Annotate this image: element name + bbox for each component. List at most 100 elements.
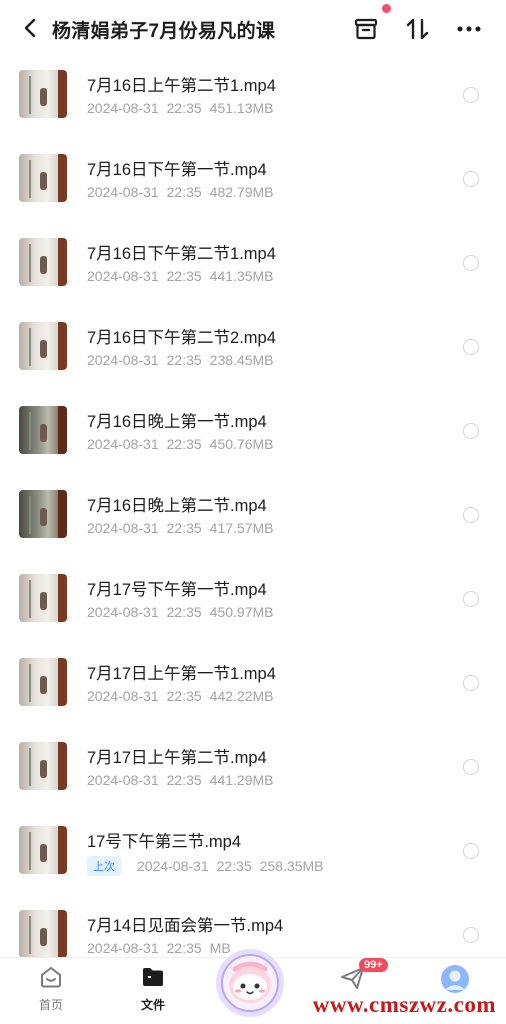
file-size: 441.35MB	[209, 268, 274, 284]
video-thumbnail	[19, 238, 67, 286]
file-name: 7月16日上午第二节1.mp4	[87, 77, 276, 95]
mascot-icon	[216, 949, 284, 1017]
file-meta: 2024-08-31 22:35 417.57MB	[87, 520, 274, 536]
select-checkbox[interactable]	[463, 759, 479, 775]
file-time: 22:35	[166, 100, 202, 116]
video-thumbnail	[19, 406, 67, 454]
file-name: 7月16日晚上第一节.mp4	[87, 413, 267, 431]
file-name: 7月16日下午第二节2.mp4	[87, 329, 276, 347]
video-thumbnail	[19, 322, 67, 370]
select-checkbox[interactable]	[463, 423, 479, 439]
top-bar: 杨清娟弟子7月份易凡的课	[0, 0, 506, 58]
nav-files[interactable]: 文件	[118, 964, 188, 1018]
file-name: 7月17日上午第一节1.mp4	[87, 665, 276, 683]
file-date: 2024-08-31	[87, 688, 159, 704]
select-checkbox[interactable]	[463, 87, 479, 103]
file-meta: 2024-08-31 22:35 451.13MB	[87, 100, 274, 116]
file-row[interactable]: 7月17日上午第二节.mp4 2024-08-31 22:35 441.29MB	[0, 724, 506, 808]
file-meta: 2024-08-31 22:35 450.97MB	[87, 604, 274, 620]
file-size: 482.79MB	[209, 184, 274, 200]
file-size: 442.22MB	[209, 688, 274, 704]
file-row[interactable]: 7月17日上午第一节1.mp4 2024-08-31 22:35 442.22MB	[0, 640, 506, 724]
file-time: 22:35	[216, 858, 252, 874]
file-size: 451.13MB	[209, 100, 274, 116]
file-name: 7月16日晚上第二节.mp4	[87, 497, 267, 515]
file-time: 22:35	[166, 688, 202, 704]
avatar	[441, 965, 469, 993]
file-row[interactable]: 7月16日晚上第二节.mp4 2024-08-31 22:35 417.57MB	[0, 472, 506, 556]
video-thumbnail	[19, 490, 67, 538]
select-checkbox[interactable]	[463, 675, 479, 691]
file-meta: 2024-08-31 22:35 441.35MB	[87, 268, 274, 284]
file-name: 7月16日下午第二节1.mp4	[87, 245, 276, 263]
file-time: 22:35	[166, 436, 202, 452]
archive-box-icon	[354, 18, 378, 40]
file-size: 258.35MB	[259, 858, 324, 874]
chevron-left-icon	[24, 18, 36, 38]
video-thumbnail	[19, 826, 67, 874]
file-date: 2024-08-31	[87, 352, 159, 368]
file-date: 2024-08-31	[87, 436, 159, 452]
page-title: 杨清娟弟子7月份易凡的课	[52, 21, 276, 42]
sort-button[interactable]	[404, 15, 432, 43]
file-row[interactable]: 7月16日晚上第一节.mp4 2024-08-31 22:35 450.76MB	[0, 388, 506, 472]
file-date: 2024-08-31	[87, 772, 159, 788]
video-thumbnail	[19, 70, 67, 118]
more-button[interactable]	[455, 15, 483, 43]
file-row[interactable]: 7月16日下午第一节.mp4 2024-08-31 22:35 482.79MB	[0, 136, 506, 220]
file-date: 2024-08-31	[87, 940, 159, 956]
file-date: 2024-08-31	[87, 604, 159, 620]
select-checkbox[interactable]	[463, 507, 479, 523]
file-time: 22:35	[166, 520, 202, 536]
file-row[interactable]: 7月16日下午第二节2.mp4 2024-08-31 22:35 238.45MB	[0, 304, 506, 388]
select-checkbox[interactable]	[463, 591, 479, 607]
file-size: 441.29MB	[209, 772, 274, 788]
archive-button[interactable]	[352, 15, 380, 43]
file-meta: 上次 2024-08-31 22:35 258.35MB	[87, 856, 324, 876]
watermark: www.cmszwz.com	[312, 992, 496, 1017]
file-time: 22:35	[166, 940, 202, 956]
file-time: 22:35	[166, 604, 202, 620]
video-thumbnail	[19, 154, 67, 202]
video-thumbnail	[19, 910, 67, 958]
file-name: 7月17日上午第二节.mp4	[87, 749, 267, 767]
file-row[interactable]: 17号下午第三节.mp4 上次 2024-08-31 22:35 258.35MB	[0, 808, 506, 892]
file-name: 7月17号下午第一节.mp4	[87, 581, 267, 599]
sort-arrows-icon	[406, 18, 429, 40]
ai-assistant-button[interactable]	[205, 933, 295, 1023]
file-meta: 2024-08-31 22:35 482.79MB	[87, 184, 274, 200]
file-meta: 2024-08-31 22:35 450.76MB	[87, 436, 274, 452]
file-meta: 2024-08-31 22:35 238.45MB	[87, 352, 274, 368]
more-dots-icon	[457, 26, 481, 32]
folder-icon	[143, 968, 163, 986]
home-icon	[41, 966, 61, 988]
select-checkbox[interactable]	[463, 927, 479, 943]
file-list: 7月16日上午第二节1.mp4 2024-08-31 22:35 451.13MB 7月…	[0, 52, 506, 976]
file-row[interactable]: 7月16日上午第二节1.mp4 2024-08-31 22:35 451.13MB	[0, 52, 506, 136]
file-date: 2024-08-31	[87, 184, 159, 200]
video-thumbnail	[19, 658, 67, 706]
nav-home[interactable]: 首页	[16, 964, 86, 1018]
file-size: 417.57MB	[209, 520, 274, 536]
select-checkbox[interactable]	[463, 171, 479, 187]
file-meta: 2024-08-31 22:35 441.29MB	[87, 772, 274, 788]
file-name: 17号下午第三节.mp4	[87, 833, 242, 851]
file-time: 22:35	[166, 268, 202, 284]
select-checkbox[interactable]	[463, 255, 479, 271]
share-count-badge: 99+	[359, 958, 388, 972]
file-date: 2024-08-31	[87, 268, 159, 284]
file-time: 22:35	[166, 772, 202, 788]
select-checkbox[interactable]	[463, 843, 479, 859]
file-row[interactable]: 7月16日下午第二节1.mp4 2024-08-31 22:35 441.35MB	[0, 220, 506, 304]
file-date: 2024-08-31	[87, 100, 159, 116]
select-checkbox[interactable]	[463, 339, 479, 355]
file-time: 22:35	[166, 352, 202, 368]
file-row[interactable]: 7月17号下午第一节.mp4 2024-08-31 22:35 450.97MB	[0, 556, 506, 640]
back-button[interactable]	[18, 16, 42, 40]
video-thumbnail	[19, 742, 67, 790]
file-meta: 2024-08-31 22:35 442.22MB	[87, 688, 274, 704]
nav-files-label: 文件	[140, 998, 165, 1012]
video-thumbnail	[19, 574, 67, 622]
nav-home-label: 首页	[38, 998, 63, 1012]
last-viewed-badge: 上次	[87, 856, 121, 876]
